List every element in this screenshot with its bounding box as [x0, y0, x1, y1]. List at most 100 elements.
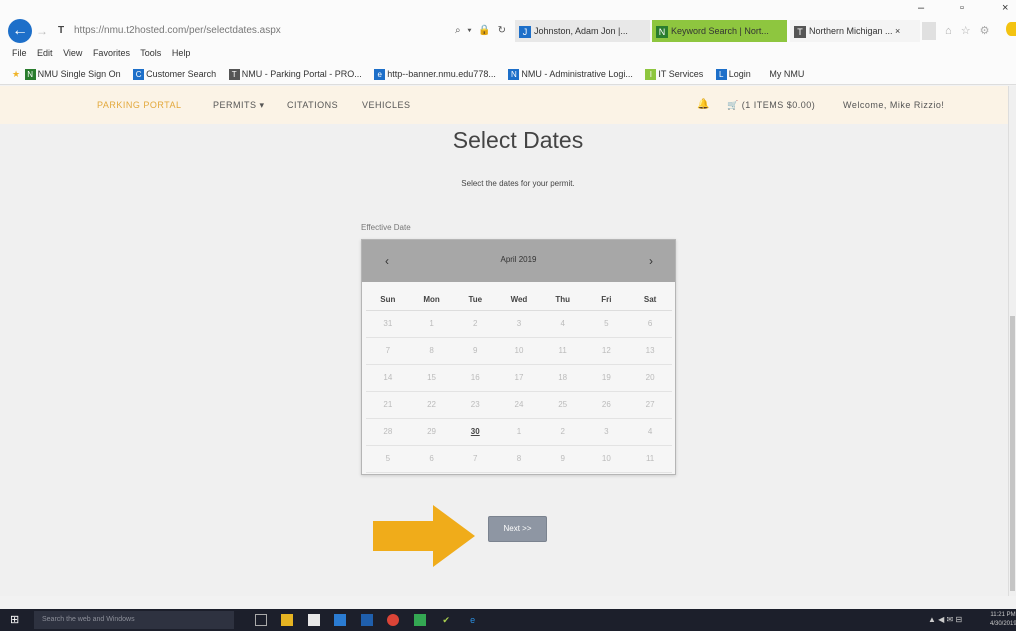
taskbar-clock[interactable]: 11:21 PM 4/30/2019 — [990, 611, 1016, 629]
calendar-day[interactable]: 2 — [453, 310, 498, 338]
weekday-header: Fri — [584, 290, 629, 311]
calendar-day[interactable]: 10 — [584, 445, 629, 473]
task-view-icon[interactable] — [255, 614, 267, 626]
favorite-banner[interactable]: e http--banner.nmu.edu778... — [374, 66, 496, 82]
menu-tools[interactable]: Tools — [140, 48, 161, 58]
calendar-day[interactable]: 20 — [628, 364, 672, 392]
welcome-user-link[interactable]: Welcome, Mike Rizzio! — [843, 99, 944, 111]
calendar-day[interactable]: 11 — [628, 445, 672, 473]
back-icon[interactable]: ← — [8, 19, 32, 43]
favorite-my-nmu[interactable]: My NMU — [769, 66, 804, 82]
calendar-day[interactable]: 10 — [497, 337, 541, 365]
calendar-day[interactable]: 25 — [540, 391, 585, 419]
calendar-day[interactable]: 28 — [366, 418, 410, 446]
calendar-day[interactable]: 15 — [409, 364, 454, 392]
app-icon[interactable]: ✔ — [440, 614, 452, 626]
start-button-icon[interactable]: ⊞ — [10, 614, 22, 626]
favorite-admin-login[interactable]: N NMU - Administrative Logi... — [508, 66, 633, 82]
forward-icon[interactable]: → — [36, 24, 50, 38]
calendar-month-label[interactable]: April 2019 — [362, 254, 675, 266]
calendar-day[interactable]: 29 — [409, 418, 454, 446]
calendar-day[interactable]: 7 — [453, 445, 498, 473]
calendar-day[interactable]: 13 — [628, 337, 672, 365]
minimize-button[interactable]: – — [918, 2, 924, 14]
favorite-parking-portal[interactable]: T NMU - Parking Portal - PRO... — [228, 66, 362, 82]
calendar-day[interactable]: 6 — [409, 445, 454, 473]
calendar-day[interactable]: 2 — [540, 418, 585, 446]
bell-icon[interactable]: 🔔 — [697, 99, 710, 111]
nav-permits-dropdown[interactable]: PERMITS ▾ — [213, 99, 265, 111]
calendar-day[interactable]: 1 — [409, 310, 454, 338]
favorite-it-services[interactable]: I IT Services — [645, 66, 703, 82]
close-button[interactable]: × — [1002, 2, 1008, 14]
tab-northern-michigan[interactable]: T Northern Michigan ... × — [790, 20, 920, 42]
feedback-smiley-icon[interactable] — [1006, 22, 1016, 36]
calendar-day[interactable]: 4 — [540, 310, 585, 338]
scrollbar-thumb[interactable] — [1010, 316, 1015, 591]
store-icon[interactable] — [307, 614, 320, 626]
calendar-day[interactable]: 6 — [628, 310, 672, 338]
chrome-icon[interactable] — [387, 614, 400, 626]
tab-keyword-search[interactable]: N Keyword Search | Nort... — [652, 20, 787, 42]
calendar-day[interactable]: 18 — [540, 364, 585, 392]
calendar-day[interactable]: 31 — [366, 310, 410, 338]
calendar-day[interactable]: 12 — [584, 337, 629, 365]
favorite-icon: L — [715, 69, 727, 81]
browser-toolbar-icons[interactable]: ⌂ ☆ ⚙ — [945, 22, 992, 40]
favorite-login[interactable]: L Login — [715, 66, 751, 82]
cart-link[interactable]: 🛒 (1 ITEMS $0.00) — [727, 99, 815, 111]
next-button[interactable]: Next >> — [488, 516, 547, 542]
tab-johnston[interactable]: J Johnston, Adam Jon |... — [515, 20, 650, 42]
calendar-day[interactable]: 3 — [584, 418, 629, 446]
favorite-icon: I — [645, 69, 657, 81]
maximize-button[interactable]: ▫ — [960, 2, 964, 14]
calendar-week-row: 7 8 9 10 11 12 13 — [366, 337, 672, 365]
calendar-day[interactable]: 16 — [453, 364, 498, 392]
menu-help[interactable]: Help — [172, 48, 191, 58]
calendar-day[interactable]: 22 — [409, 391, 454, 419]
next-month-icon[interactable]: › — [642, 253, 660, 269]
calendar-day[interactable]: 9 — [453, 337, 498, 365]
calendar-day[interactable]: 8 — [409, 337, 454, 365]
calendar-day[interactable]: 14 — [366, 364, 410, 392]
taskbar-search-box[interactable]: Search the web and Windows — [34, 611, 234, 629]
menu-view[interactable]: View — [63, 48, 82, 58]
app-icon[interactable] — [413, 614, 426, 626]
word-icon[interactable] — [360, 614, 373, 626]
calendar-day[interactable]: 4 — [628, 418, 672, 446]
address-bar[interactable]: Thttps://nmu.t2hosted.com/per/selectdate… — [58, 22, 453, 40]
calendar-day[interactable]: 27 — [628, 391, 672, 419]
calendar-day-current[interactable]: 30 — [453, 418, 498, 446]
calendar-day[interactable]: 21 — [366, 391, 410, 419]
calendar-day[interactable]: 11 — [540, 337, 585, 365]
calendar-day[interactable]: 24 — [497, 391, 541, 419]
calendar-day[interactable]: 19 — [584, 364, 629, 392]
new-tab-button[interactable] — [922, 22, 936, 40]
favorites-star-icon[interactable]: ★ — [12, 66, 20, 82]
calendar-day[interactable]: 3 — [497, 310, 541, 338]
menu-file[interactable]: File — [12, 48, 27, 58]
calendar-day[interactable]: 5 — [366, 445, 410, 473]
nav-citations-link[interactable]: CITATIONS — [287, 99, 338, 111]
calendar-day[interactable]: 8 — [497, 445, 541, 473]
file-explorer-icon[interactable] — [281, 614, 294, 626]
calendar-day[interactable]: 1 — [497, 418, 541, 446]
calendar-day[interactable]: 17 — [497, 364, 541, 392]
favorite-customer-search[interactable]: C Customer Search — [133, 66, 216, 82]
page-scrollbar[interactable] — [1008, 86, 1016, 596]
edge-icon[interactable]: e — [467, 614, 479, 626]
system-tray[interactable]: ▲ ◀ ✉ ⊟ — [928, 613, 962, 627]
menu-favorites[interactable]: Favorites — [93, 48, 130, 58]
address-tools[interactable]: ⌕ ▾ 🔒 ↻ — [455, 22, 508, 40]
calendar-day[interactable]: 5 — [584, 310, 629, 338]
favorite-nmu-sso[interactable]: N NMU Single Sign On — [24, 66, 121, 82]
outlook-icon[interactable] — [334, 614, 347, 626]
calendar-week-row: 21 22 23 24 25 26 27 — [366, 391, 672, 419]
nav-vehicles-link[interactable]: VEHICLES — [362, 99, 411, 111]
menu-edit[interactable]: Edit — [37, 48, 53, 58]
calendar-day[interactable]: 9 — [540, 445, 585, 473]
calendar-day[interactable]: 26 — [584, 391, 629, 419]
calendar-day[interactable]: 7 — [366, 337, 410, 365]
calendar-day[interactable]: 23 — [453, 391, 498, 419]
nav-brand-link[interactable]: PARKING PORTAL — [97, 99, 182, 111]
